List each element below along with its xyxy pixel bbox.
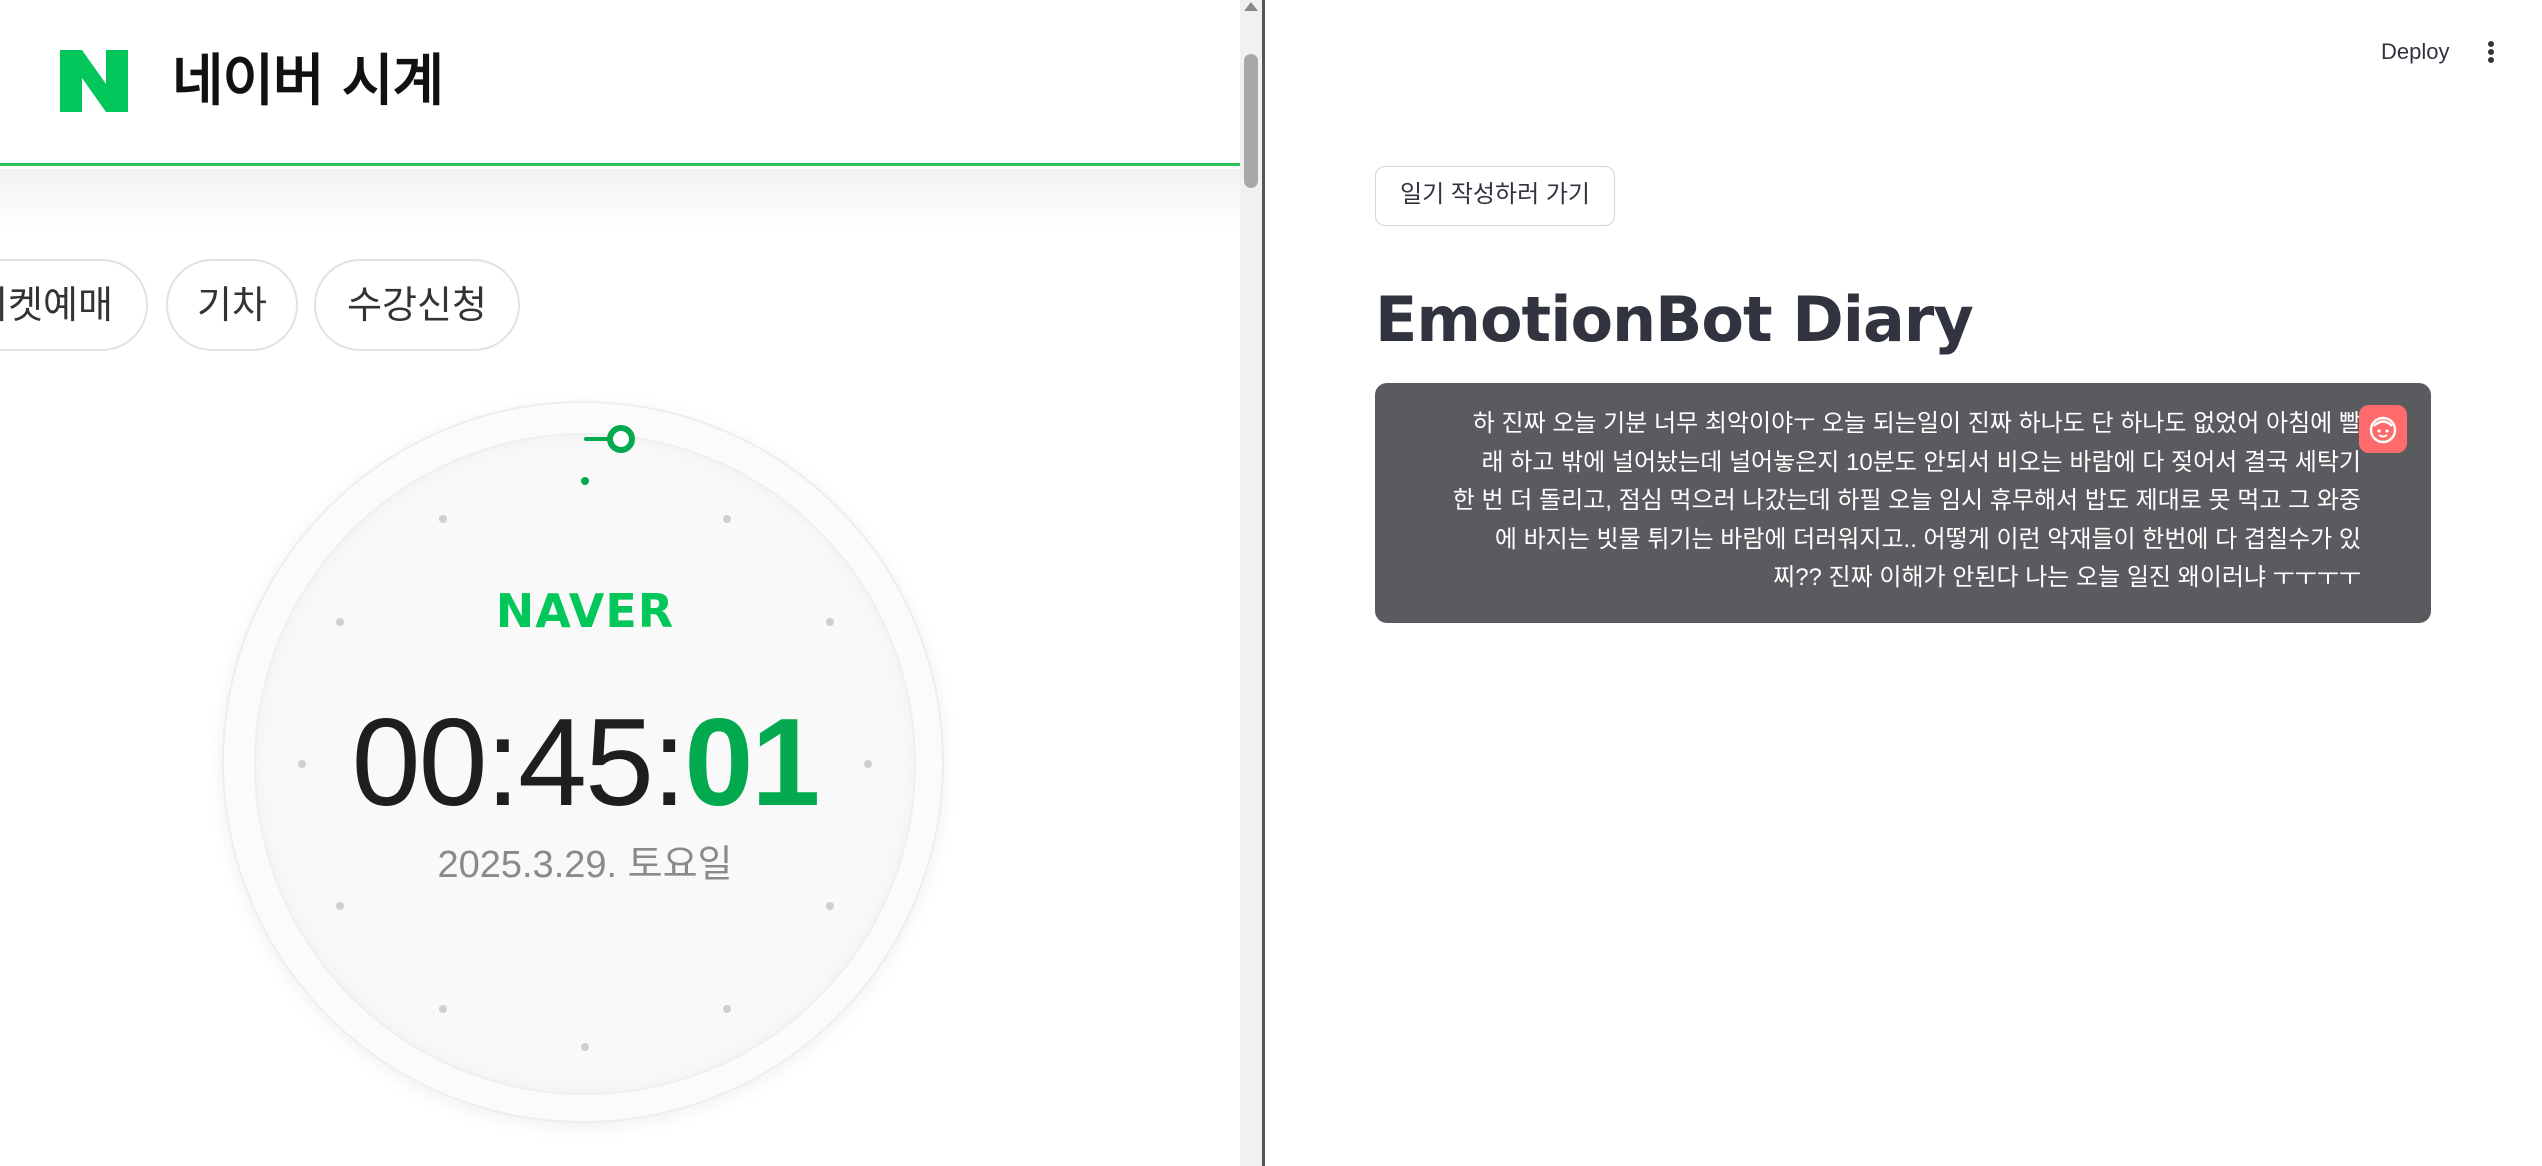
analog-clock: NAVER 00:45:01 2025.3.29. 토요일 [222,401,944,1123]
naver-clock-pane: 네이버 시계 티켓예매 기차 수강신청 [0,0,1262,1166]
user-face-icon [2359,405,2407,453]
clock-seconds: 01 [684,694,820,832]
chat-message: 하 진짜 오늘 기분 너무 최악이야ㅜ 오늘 되는일이 진짜 하나도 단 하나도… [1375,383,2431,623]
deploy-button[interactable]: Deploy [2369,30,2461,74]
naver-clock-header: 네이버 시계 [0,0,1240,166]
scroll-up-arrow-icon[interactable] [1244,2,1258,11]
clock-hours-minutes: 00:45: [351,694,687,832]
page-title: 네이버 시계 [172,49,444,114]
write-diary-button[interactable]: 일기 작성하러 가기 [1375,166,1615,226]
clock-date: 2025.3.29. 토요일 [437,844,733,886]
chip-course-registration[interactable]: 수강신청 [314,259,520,351]
clock-time: 00:45:01 [224,693,946,833]
vertical-ellipsis-icon[interactable] [2471,32,2511,72]
second-hand-icon [584,425,635,453]
naver-wordmark: NAVER [495,584,675,638]
hour-hand-dot-icon [581,477,589,485]
emotionbot-app: Deploy 일기 작성하러 가기 EmotionBot Diary 하 진짜 … [1265,0,2542,1166]
chip-train[interactable]: 기차 [166,259,298,351]
scrollbar-thumb[interactable] [1244,54,1258,188]
header-shadow [0,169,1240,229]
naver-n-logo-icon[interactable] [60,50,128,112]
vertical-scrollbar[interactable] [1240,0,1262,1166]
chat-message-text: 하 진짜 오늘 기분 너무 최악이야ㅜ 오늘 되는일이 진짜 하나도 단 하나도… [1452,410,2361,591]
page-title: EmotionBot Diary [1375,283,1974,356]
chip-ticket[interactable]: 티켓예매 [0,259,148,351]
